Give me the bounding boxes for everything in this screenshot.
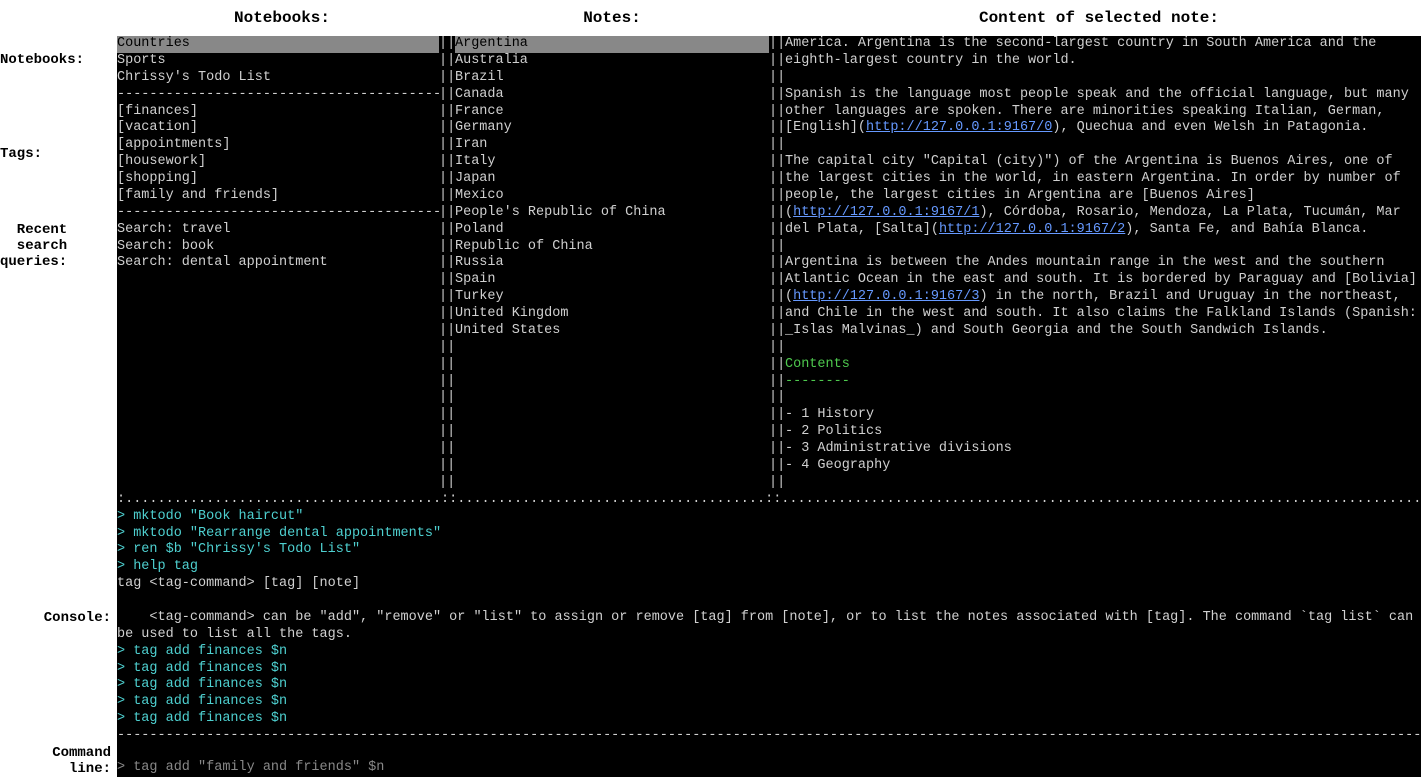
tag-item[interactable]: [shopping] <box>117 171 439 188</box>
content-panel[interactable]: America. Argentina is the second-largest… <box>785 36 1421 492</box>
note-item[interactable]: France <box>455 104 769 121</box>
content-para: America. Argentina is the second-largest… <box>785 36 1421 70</box>
console-panel: Console: > mktodo "Book haircut"> mktodo… <box>0 509 1421 728</box>
column-separator: || || || || || || || || || || || || || |… <box>439 36 455 492</box>
console-history-line: > ren $b "Chrissy's Todo List" <box>117 542 1421 559</box>
notebook-item[interactable]: Countries <box>117 36 439 53</box>
horizontal-divider: :.......................................… <box>117 492 1421 509</box>
notebooks-panel[interactable]: CountriesSportsChrissy's Todo List -----… <box>117 36 439 492</box>
note-item[interactable]: Mexico <box>455 188 769 205</box>
search-history-item[interactable]: Search: travel <box>117 222 439 239</box>
tag-item[interactable]: [appointments] <box>117 137 439 154</box>
command-input[interactable]: > tag add "family and friends" $n <box>117 745 1421 777</box>
column-headers: Notebooks: Notes: Content of selected no… <box>0 0 1421 36</box>
content-para: Spanish is the language most people spea… <box>785 87 1421 138</box>
note-item[interactable]: Republic of China <box>455 239 769 256</box>
console-help-desc: <tag-command> can be "add", "remove" or … <box>117 610 1421 644</box>
console-history-line: > tag add finances $n <box>117 644 1421 661</box>
tag-item[interactable]: [finances] <box>117 104 439 121</box>
console-history-line: > tag add finances $n <box>117 694 1421 711</box>
content-link[interactable]: http://127.0.0.1:9167/2 <box>939 222 1125 237</box>
column-separator: || || || || || || || || || || || || || |… <box>769 36 785 492</box>
note-item[interactable]: Poland <box>455 222 769 239</box>
side-label-command-line: Commandline: <box>0 745 117 777</box>
side-label-console: Console: <box>0 509 117 728</box>
console-history-line: > mktodo "Book haircut" <box>117 509 1421 526</box>
tag-item[interactable]: [family and friends] <box>117 188 439 205</box>
console-history-line: > tag add finances $n <box>117 677 1421 694</box>
search-history-item[interactable]: Search: book <box>117 239 439 256</box>
toc-item[interactable]: - 3 Administrative divisions <box>785 441 1421 458</box>
note-item[interactable]: United States <box>455 323 769 340</box>
side-label-tags: Tags: <box>0 146 42 163</box>
content-link[interactable]: http://127.0.0.1:9167/0 <box>866 120 1052 135</box>
toc-item[interactable]: - 2 Politics <box>785 424 1421 441</box>
note-item[interactable]: Australia <box>455 53 769 70</box>
notes-panel[interactable]: ArgentinaAustraliaBrazilCanadaFranceGerm… <box>455 36 769 492</box>
console-history-line: > mktodo "Rearrange dental appointments" <box>117 526 1421 543</box>
side-label-notebooks: Notebooks: <box>0 52 84 69</box>
console-help-usage: tag <tag-command> [tag] [note] <box>117 576 1421 593</box>
toc-item[interactable]: - 4 Geography <box>785 458 1421 475</box>
horizontal-divider: ----------------------------------------… <box>117 728 1421 745</box>
header-content: Content of selected note: <box>777 8 1421 28</box>
note-item[interactable]: Brazil <box>455 70 769 87</box>
toc-item[interactable]: - 1 History <box>785 407 1421 424</box>
header-notebooks: Notebooks: <box>117 8 447 28</box>
header-notes: Notes: <box>447 8 777 28</box>
note-item[interactable]: Russia <box>455 255 769 272</box>
tag-item[interactable]: [housework] <box>117 154 439 171</box>
note-item[interactable]: United Kingdom <box>455 306 769 323</box>
console-output[interactable]: > mktodo "Book haircut"> mktodo "Rearran… <box>117 509 1421 728</box>
notebook-item[interactable]: Chrissy's Todo List <box>117 70 439 87</box>
command-line-panel: Commandline: > tag add "family and frien… <box>0 745 1421 777</box>
note-item[interactable]: Japan <box>455 171 769 188</box>
notebook-item[interactable]: Sports <box>117 53 439 70</box>
note-item[interactable]: Italy <box>455 154 769 171</box>
console-history-line: > help tag <box>117 559 1421 576</box>
note-item[interactable]: Germany <box>455 120 769 137</box>
note-item[interactable]: People's Republic of China <box>455 205 769 222</box>
note-item[interactable]: Argentina <box>455 36 769 53</box>
note-item[interactable]: Spain <box>455 272 769 289</box>
console-history-line: > tag add finances $n <box>117 661 1421 678</box>
content-para: The capital city "Capital (city)") of th… <box>785 154 1421 238</box>
divider: ---------------------------------------- <box>117 87 439 104</box>
side-label-searches: Recentsearchqueries: <box>0 222 67 270</box>
tag-item[interactable]: [vacation] <box>117 120 439 137</box>
content-link[interactable]: http://127.0.0.1:9167/1 <box>793 205 979 220</box>
main-panels: Notebooks: Tags: Recentsearchqueries: Co… <box>0 36 1421 492</box>
content-para: Argentina is between the Andes mountain … <box>785 255 1421 339</box>
contents-underline: -------- <box>785 374 1421 391</box>
console-history-line: > tag add finances $n <box>117 711 1421 728</box>
search-history-item[interactable]: Search: dental appointment <box>117 255 439 272</box>
note-item[interactable]: Canada <box>455 87 769 104</box>
content-link[interactable]: http://127.0.0.1:9167/3 <box>793 289 979 304</box>
contents-heading: Contents <box>785 357 1421 374</box>
note-item[interactable]: Turkey <box>455 289 769 306</box>
divider: ---------------------------------------- <box>117 205 439 222</box>
note-item[interactable]: Iran <box>455 137 769 154</box>
